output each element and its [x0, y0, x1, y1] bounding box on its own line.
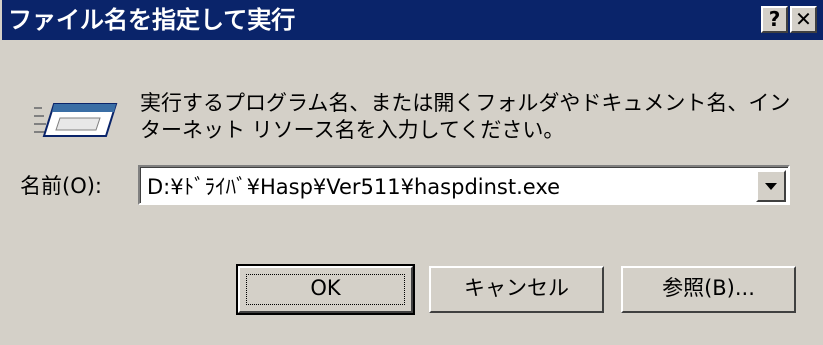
- run-dialog: ファイル名を指定して実行 ? ✕ 実行するプログラム名、または開くフォルダやドキ…: [0, 0, 823, 345]
- help-button[interactable]: ?: [761, 6, 788, 33]
- description-text: 実行するプログラム名、または開くフォルダやドキュメント名、インターネット リソー…: [140, 91, 791, 142]
- name-combobox[interactable]: D:¥ﾄﾞﾗｲﾊﾞ¥Hasp¥Ver511¥haspdinst.exe: [138, 165, 790, 205]
- run-icon: [34, 103, 118, 137]
- chevron-down-icon: [765, 183, 777, 190]
- close-button[interactable]: ✕: [790, 6, 817, 33]
- combo-dropdown-button[interactable]: [756, 170, 786, 202]
- browse-button[interactable]: 参照(B)...: [621, 266, 796, 313]
- name-label: 名前(O):: [20, 174, 102, 198]
- window-title: ファイル名を指定して実行: [8, 6, 296, 34]
- name-input[interactable]: D:¥ﾄﾞﾗｲﾊﾞ¥Hasp¥Ver511¥haspdinst.exe: [147, 173, 560, 201]
- title-bar[interactable]: ファイル名を指定して実行 ? ✕: [2, 0, 823, 40]
- cancel-button[interactable]: キャンセル: [429, 266, 604, 313]
- ok-button[interactable]: OK: [236, 264, 415, 315]
